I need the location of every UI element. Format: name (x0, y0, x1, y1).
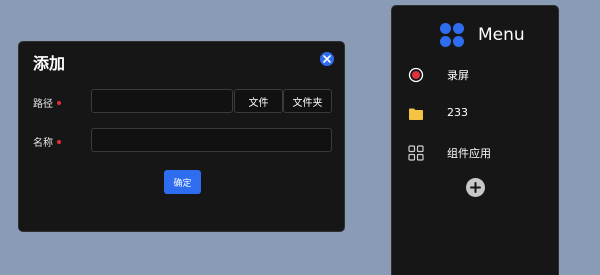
menu-item-233[interactable]: 233 (392, 101, 558, 127)
choose-file-button[interactable]: 文件 (234, 89, 283, 113)
menu-title: Menu (478, 25, 525, 45)
path-field-label: 路径 (33, 95, 61, 110)
four-petal-logo-icon (440, 23, 464, 47)
confirm-button[interactable]: 确定 (164, 170, 201, 194)
menu-item-record[interactable]: 录屏 (392, 62, 558, 88)
add-dialog: 添加 路径 文件 文件夹 名称 确定 (18, 41, 345, 232)
dialog-title: 添加 (33, 54, 66, 73)
menu-item-label: 233 (447, 106, 468, 119)
choose-folder-button[interactable]: 文件夹 (283, 89, 332, 113)
path-label-text: 路径 (33, 99, 53, 110)
grid-icon (408, 145, 424, 161)
plus-circle-icon[interactable] (466, 178, 485, 197)
menu-item-label: 组件应用 (447, 147, 491, 160)
required-indicator (57, 139, 61, 144)
menu-item-label: 录屏 (447, 69, 469, 82)
close-icon[interactable] (320, 52, 334, 66)
side-menu: Menu 录屏 233 组件应用 (391, 5, 559, 275)
path-input[interactable] (91, 89, 233, 113)
name-label-text: 名称 (33, 138, 53, 149)
name-field-label: 名称 (33, 134, 61, 149)
name-input[interactable] (91, 128, 332, 152)
folder-icon (408, 106, 424, 122)
menu-item-widget-apps[interactable]: 组件应用 (392, 140, 558, 166)
required-indicator (57, 100, 61, 105)
record-icon (408, 67, 424, 83)
